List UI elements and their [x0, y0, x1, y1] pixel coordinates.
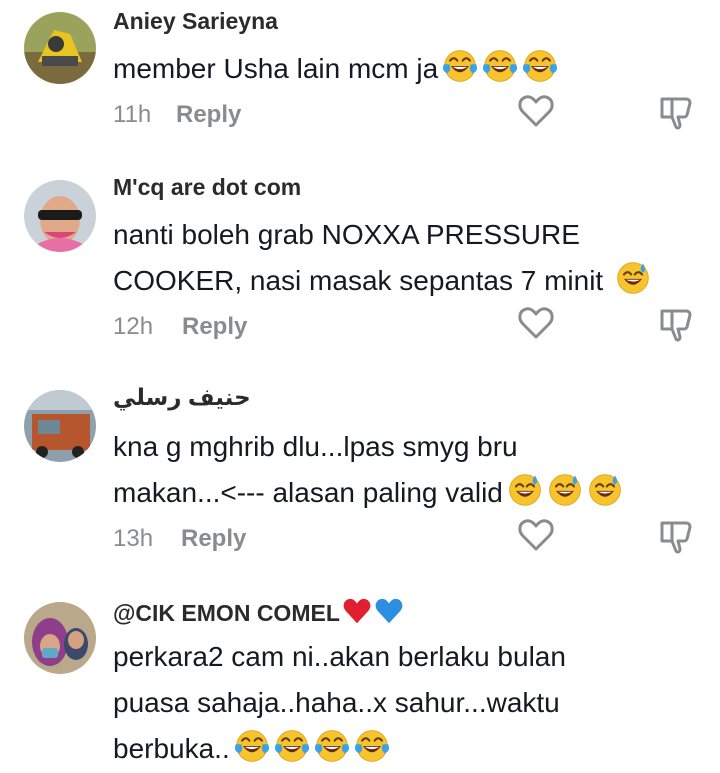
- laughing-crying-emoji-icon: [522, 48, 558, 84]
- avatar[interactable]: [24, 602, 96, 674]
- comment-timestamp: 13h: [113, 525, 154, 552]
- comment-item: Aniey Sarieyna member Usha lain mcm ja 1…: [0, 0, 720, 160]
- sweat-smile-emoji-icon: [615, 260, 651, 296]
- reply-button[interactable]: Reply: [181, 525, 246, 553]
- laughing-crying-emoji-icon: [274, 728, 310, 764]
- laughing-crying-emoji-icon: [482, 48, 518, 84]
- dislike-icon[interactable]: [656, 93, 696, 133]
- comment-item: M'cq are dot com nanti boleh grab NOXXA …: [0, 160, 720, 370]
- like-heart-icon[interactable]: [516, 303, 556, 343]
- like-heart-icon[interactable]: [516, 515, 556, 555]
- comment-timestamp: 12h: [113, 313, 154, 340]
- reply-button[interactable]: Reply: [182, 313, 247, 341]
- comment-text: perkara2 cam ni..akan berlaku bulan puas…: [113, 641, 566, 764]
- reply-button[interactable]: Reply: [176, 101, 241, 129]
- avatar[interactable]: [24, 12, 96, 84]
- comment-username[interactable]: Aniey Sarieyna: [113, 8, 278, 35]
- comment-item: @CIK EMON COMEL perkara2 cam ni..akan be…: [0, 588, 720, 773]
- comment-text: kna g mghrib dlu...lpas smyg bru makan..…: [113, 424, 673, 516]
- comment-username[interactable]: @CIK EMON COMEL: [113, 596, 404, 627]
- sweat-smile-emoji-icon: [587, 472, 623, 508]
- dislike-icon[interactable]: [656, 305, 696, 345]
- avatar[interactable]: [24, 180, 96, 252]
- avatar[interactable]: [24, 390, 96, 462]
- comment-timestamp: 11h: [113, 101, 152, 128]
- sweat-smile-emoji-icon: [547, 472, 583, 508]
- like-heart-icon[interactable]: [516, 91, 556, 131]
- comment-text: nanti boleh grab NOXXA PRESSURE COOKER, …: [113, 212, 673, 304]
- dislike-icon[interactable]: [656, 517, 696, 557]
- laughing-crying-emoji-icon: [314, 728, 350, 764]
- comment-username[interactable]: M'cq are dot com: [113, 174, 301, 201]
- laughing-crying-emoji-icon: [354, 728, 390, 764]
- laughing-crying-emoji-icon: [442, 48, 478, 84]
- laughing-crying-emoji-icon: [234, 728, 270, 764]
- comment-item: حنيف رسلي kna g mghrib dlu...lpas smyg b…: [0, 372, 720, 584]
- comment-text: member Usha lain mcm ja: [113, 46, 673, 92]
- sweat-smile-emoji-icon: [507, 472, 543, 508]
- blue-heart-icon: [374, 596, 404, 626]
- comment-username[interactable]: حنيف رسلي: [113, 384, 251, 411]
- red-heart-icon: [342, 596, 372, 626]
